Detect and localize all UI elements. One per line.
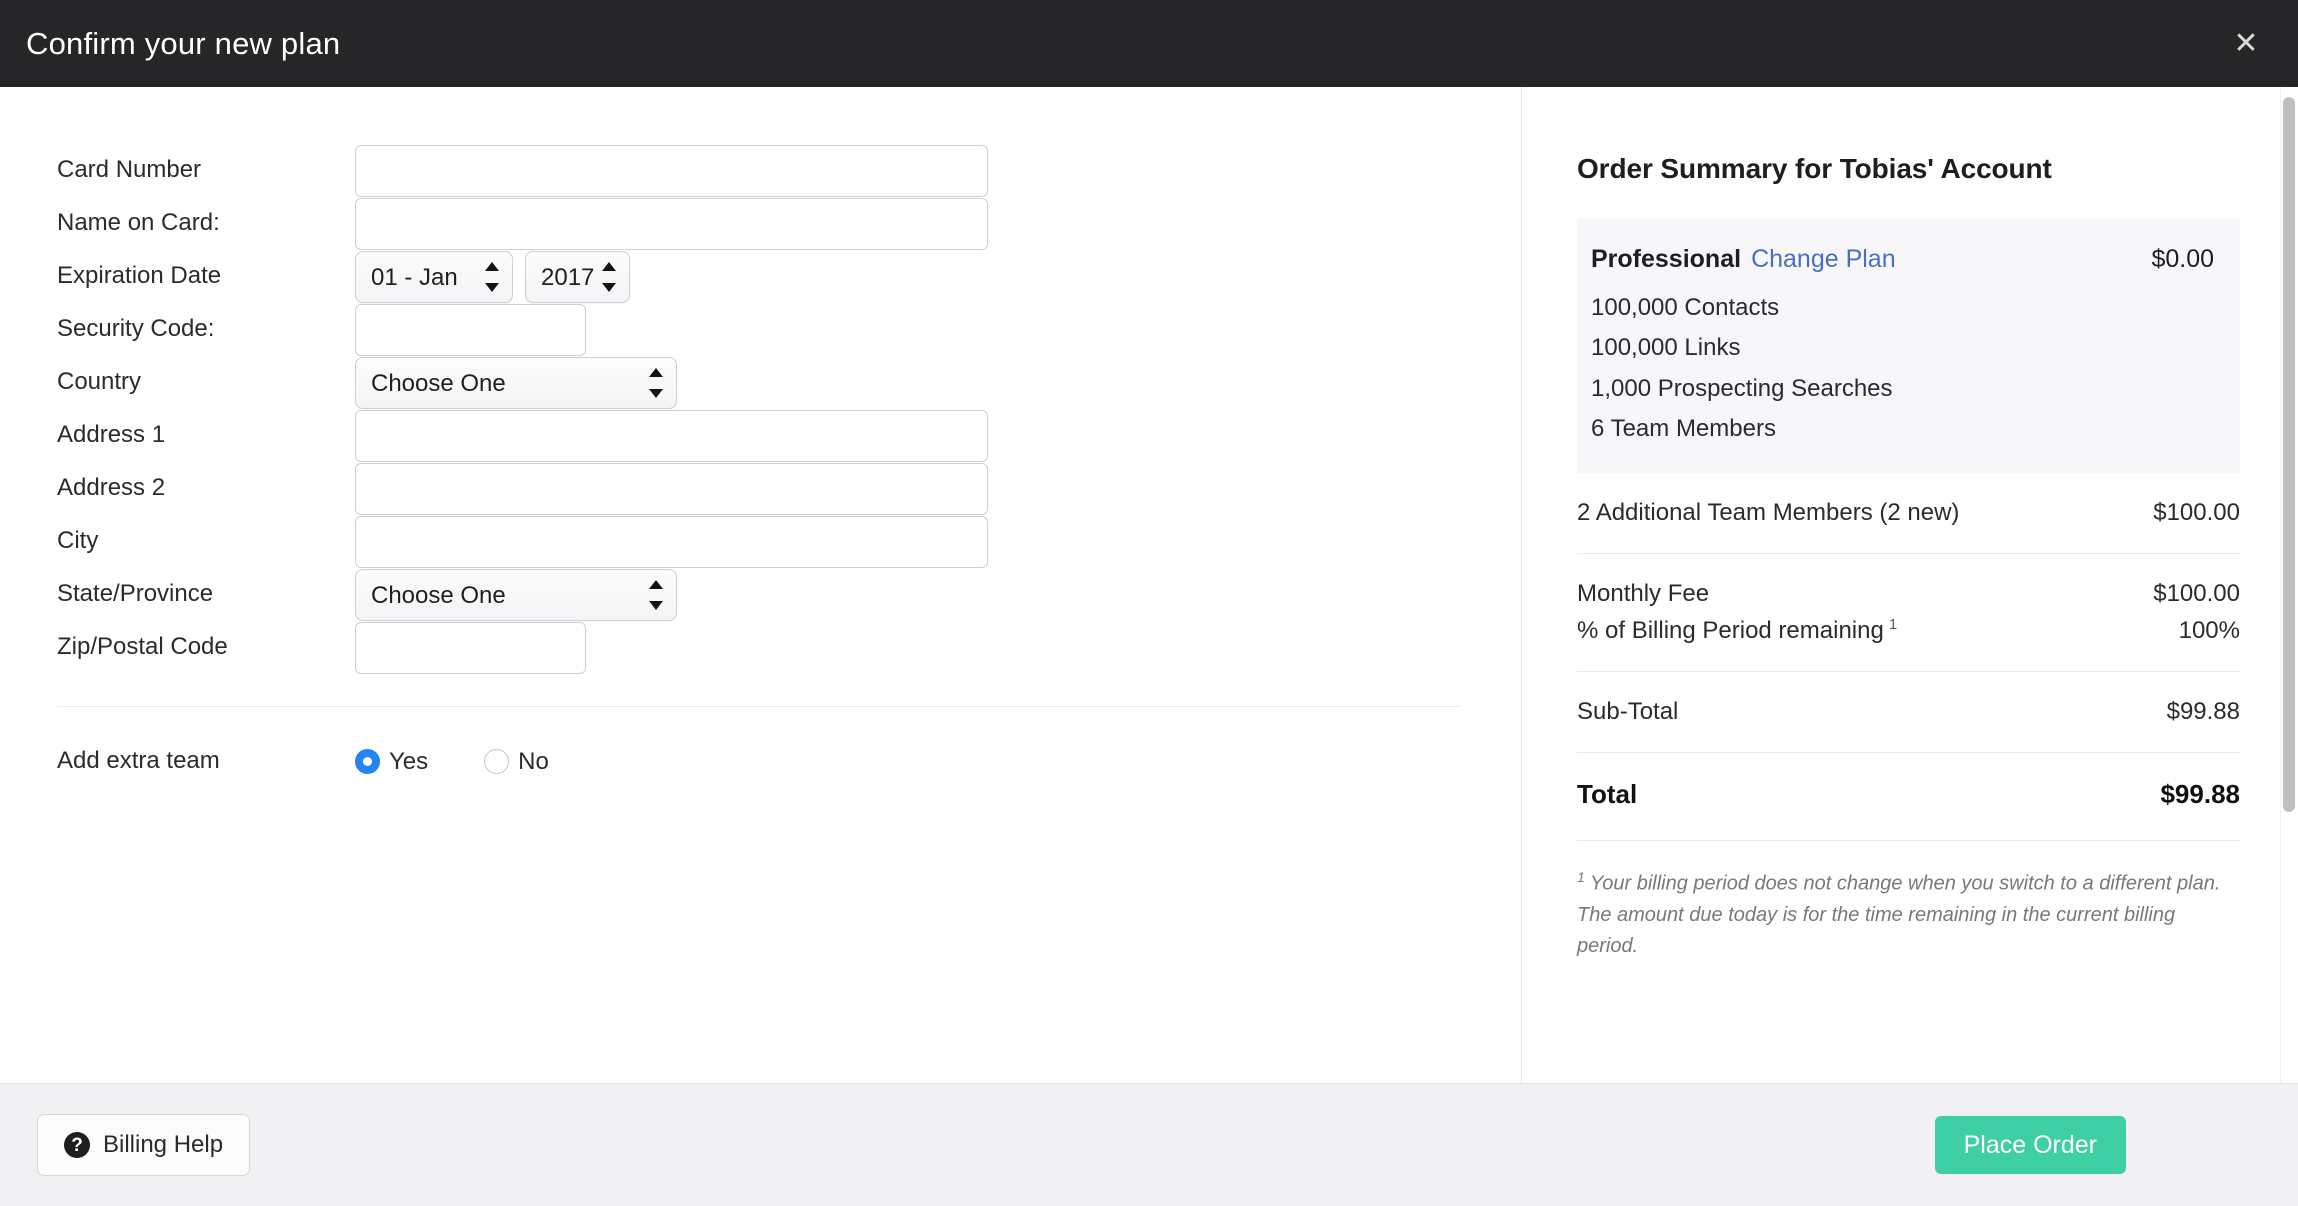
fees-group: Monthly Fee $100.00 % of Billing Period … — [1577, 554, 2240, 673]
summary-line-value: 100% — [2178, 617, 2240, 645]
field-label: Country — [57, 368, 142, 396]
modal-body: Card Number Name on Card: Expiration Dat… — [0, 87, 2298, 1083]
plan-name: Professional — [1591, 245, 1742, 273]
expiration-selects: 01 - Jan 2017 — [355, 250, 630, 303]
add-extra-team-radio-group: Yes No — [355, 748, 605, 776]
zip-postal-code-input[interactable] — [355, 621, 586, 674]
field-state-province: State/Province Choose One — [0, 568, 1521, 621]
modal-header: Confirm your new plan ✕ — [0, 0, 2298, 87]
name-on-card-input[interactable] — [355, 197, 988, 250]
card-number-input[interactable] — [355, 144, 988, 197]
radio-label: Yes — [389, 747, 429, 775]
billing-footnote: 1 Your billing period does not change wh… — [1577, 841, 2240, 962]
field-label: Address 1 — [57, 421, 166, 449]
form-divider — [57, 706, 1461, 707]
state-province-select-value: Choose One — [371, 581, 506, 609]
expiration-year-select[interactable]: 2017 — [525, 250, 630, 303]
radio-indicator[interactable] — [355, 749, 380, 774]
place-order-button[interactable]: Place Order — [1934, 1116, 2126, 1174]
field-security-code: Security Code: — [0, 303, 1521, 356]
country-select-value: Choose One — [371, 369, 506, 397]
summary-total-value: $99.88 — [2160, 779, 2240, 810]
billing-help-button[interactable]: ? Billing Help — [37, 1114, 251, 1176]
summary-line-value: $99.88 — [2166, 698, 2240, 726]
plan-price: $0.00 — [2151, 245, 2214, 273]
plan-feature: 100,000 Contacts — [1591, 294, 1780, 321]
field-address-2: Address 2 — [0, 462, 1521, 515]
state-province-select[interactable]: Choose One — [355, 568, 677, 621]
field-label: Card Number — [57, 156, 202, 184]
billing-form: Card Number Name on Card: Expiration Dat… — [0, 87, 1521, 1083]
page-title: Confirm your new plan — [26, 25, 341, 61]
summary-total-line: Total $99.88 — [1577, 775, 2240, 814]
chevron-updown-icon — [602, 261, 616, 292]
field-label: Security Code: — [57, 315, 215, 343]
field-country: Country Choose One — [0, 356, 1521, 409]
modal-footer: ? Billing Help Place Order — [0, 1083, 2298, 1206]
chevron-updown-icon — [649, 579, 663, 610]
summary-line: 2 Additional Team Members (2 new) $100.0… — [1577, 495, 2240, 531]
radio-indicator[interactable] — [484, 749, 510, 774]
summary-line-label: Sub-Total — [1577, 698, 1679, 726]
summary-total-label: Total — [1577, 779, 1638, 810]
close-icon[interactable]: ✕ — [2224, 22, 2268, 66]
field-address-1: Address 1 — [0, 409, 1521, 462]
field-expiration-date: Expiration Date 01 - Jan 2017 — [0, 250, 1521, 303]
total-group: Total $99.88 — [1577, 753, 2240, 842]
plan-header-row: Professional Change Plan $0.00 — [1591, 245, 2214, 274]
summary-line-value: $100.00 — [2153, 499, 2240, 527]
footnote-text: Your billing period does not change when… — [1577, 872, 2221, 958]
plan-feature: 6 Team Members — [1591, 414, 1776, 442]
country-select[interactable]: Choose One — [355, 356, 677, 409]
order-summary-title: Order Summary for Tobias' Account — [1577, 153, 2052, 184]
field-name-on-card: Name on Card: — [0, 197, 1521, 250]
billing-help-label: Billing Help — [103, 1131, 224, 1158]
summary-line-label: 2 Additional Team Members (2 new) — [1577, 499, 1960, 527]
radio-option-no[interactable]: No — [484, 748, 549, 776]
order-summary-panel: Order Summary for Tobias' Account Profes… — [1521, 87, 2298, 1083]
address-2-input[interactable] — [355, 462, 988, 515]
field-label: City — [57, 527, 99, 555]
question-mark-icon: ? — [64, 1132, 90, 1158]
address-1-input[interactable] — [355, 409, 988, 462]
summary-line-label: % of Billing Period remaining — [1577, 617, 1884, 645]
plan-feature: 100,000 Links — [1591, 334, 1741, 362]
summary-line-value: $100.00 — [2153, 580, 2240, 608]
field-zip-postal-code: Zip/Postal Code — [0, 621, 1521, 674]
subtotal-group: Sub-Total $99.88 — [1577, 672, 2240, 754]
summary-line-label: Monthly Fee — [1577, 580, 1710, 608]
expiration-month-select[interactable]: 01 - Jan — [355, 250, 513, 303]
vertical-scrollbar[interactable] — [2280, 87, 2298, 1083]
chevron-updown-icon — [649, 367, 663, 398]
plan-box: Professional Change Plan $0.00 100,000 Co… — [1577, 219, 2240, 474]
summary-line: Monthly Fee $100.00 — [1577, 576, 2240, 612]
additional-members-group: 2 Additional Team Members (2 new) $100.0… — [1577, 473, 2240, 555]
summary-line: Sub-Total $99.88 — [1577, 694, 2240, 730]
chevron-updown-icon — [485, 261, 499, 292]
radio-option-yes[interactable]: Yes — [355, 748, 428, 776]
field-label: Expiration Date — [57, 262, 222, 290]
scrollbar-thumb[interactable] — [2283, 97, 2295, 812]
field-card-number: Card Number — [0, 144, 1521, 197]
plan-name-group: Professional Change Plan — [1591, 245, 1896, 274]
security-code-input[interactable] — [355, 303, 586, 356]
summary-line: % of Billing Period remaining 1 100% — [1577, 612, 2240, 649]
field-label: Address 2 — [57, 474, 166, 502]
field-city: City — [0, 515, 1521, 568]
radio-label: No — [518, 747, 549, 775]
city-input[interactable] — [355, 515, 988, 568]
field-label: Name on Card: — [57, 209, 220, 237]
summary-line-label-group: % of Billing Period remaining 1 — [1577, 616, 1897, 645]
field-label: Add extra team — [57, 747, 220, 775]
change-plan-link[interactable]: Change Plan — [1751, 245, 1896, 273]
plan-feature: 1,000 Prospecting Searches — [1591, 374, 1893, 402]
confirm-plan-modal: Confirm your new plan ✕ Card Number Name… — [0, 0, 2298, 1206]
footnote-marker: 1 — [1888, 616, 1898, 634]
field-label: Zip/Postal Code — [57, 633, 228, 661]
field-label: State/Province — [57, 580, 214, 608]
footnote-marker: 1 — [1577, 869, 1585, 886]
field-add-extra-team: Add extra team Yes No — [0, 735, 1521, 788]
